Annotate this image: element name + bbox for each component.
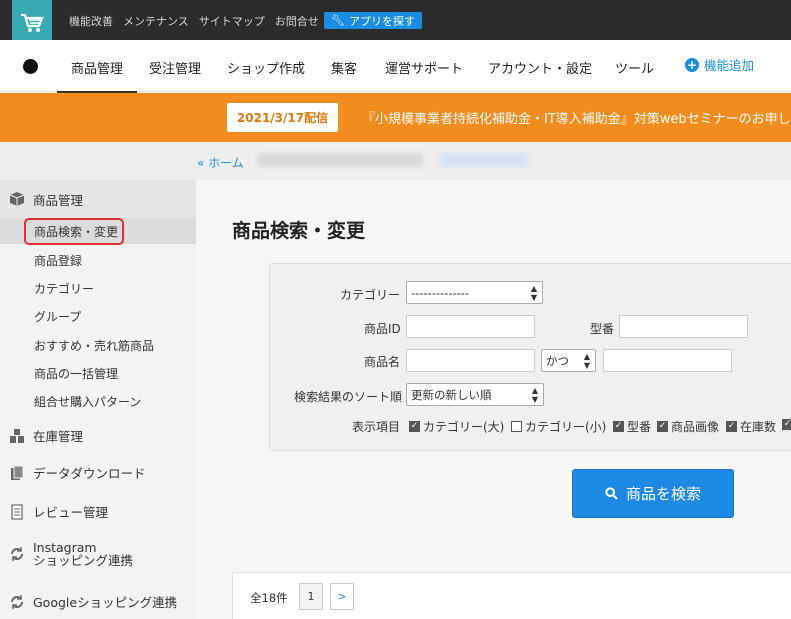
checkbox-checked-icon[interactable]: ✓ (409, 421, 420, 432)
search-button-label: 商品を検索 (625, 485, 701, 503)
sidebar-item-category[interactable]: カテゴリー (34, 280, 94, 297)
checkbox-checked-icon[interactable]: ✓ (613, 421, 624, 432)
category-label: カテゴリー (340, 288, 401, 302)
nav-account[interactable]: アカウント・設定 (488, 58, 592, 77)
sidebar: 商品管理 商品検索・変更 商品登録 カテゴリー グループ おすすめ・売れ筋商品 … (0, 180, 196, 619)
shop-logo-icon[interactable] (23, 59, 38, 74)
sidebar-section-label: レビュー管理 (33, 505, 109, 520)
search-products-button[interactable]: 商品を検索 (572, 469, 734, 518)
sidebar-item-group[interactable]: グループ (34, 308, 81, 325)
name-operator-value: かつ (546, 353, 569, 368)
product-name-input[interactable] (406, 349, 535, 372)
nav-product[interactable]: 商品管理 (56, 58, 138, 93)
highlight-box (24, 218, 124, 245)
result-count: 全18件 (250, 591, 288, 605)
sidebar-section-sublabel: ショッピング連携 (33, 553, 134, 568)
top-link-sitemap[interactable]: サイトマップ (199, 13, 265, 29)
name-operator-select[interactable]: かつ ▲ ▼ (541, 349, 596, 372)
add-feature-link[interactable]: + 機能追加 (685, 55, 754, 74)
breadcrumb-blurred-shop (258, 153, 423, 167)
updown-arrow-icon: ▲ ▼ (531, 385, 538, 404)
sidebar-section-download[interactable]: データダウンロード (9, 463, 146, 482)
nav-orders[interactable]: 受注管理 (149, 58, 201, 77)
nav-marketing[interactable]: 集客 (331, 58, 357, 77)
nav-shop-create[interactable]: ショップ作成 (227, 58, 305, 77)
sort-label: 検索結果のソート順 (294, 390, 403, 404)
product-id-label: 商品ID (364, 322, 401, 336)
document-icon (9, 503, 25, 520)
plus-icon: + (685, 57, 699, 72)
model-label: 型番 (590, 322, 615, 336)
sidebar-section-label: Googleショッピング連携 (33, 595, 178, 610)
display-item-image[interactable]: ✓ 商品画像 (657, 418, 719, 435)
find-app-button[interactable]: 🔧︎ アプリを探す (324, 12, 422, 29)
nav-support[interactable]: 運営サポート (385, 58, 463, 77)
announcement-banner[interactable]: 2021/3/17配信 『小規模事業者持続化補助金・IT導入補助金』対策webセ… (0, 93, 791, 142)
search-icon (605, 487, 618, 500)
product-id-input[interactable] (406, 315, 535, 338)
top-links: 機能改善 メンテナンス サイトマップ お問合せ (69, 13, 319, 29)
sort-select-value: 更新の新しい順 (411, 387, 492, 402)
top-link-maintenance[interactable]: メンテナンス (123, 13, 189, 29)
banner-text: 『小規模事業者持続化補助金・IT導入補助金』対策webセミナーのお申し込 (362, 112, 791, 127)
sidebar-instagram-labels: Instagram ショッピング連携 (33, 541, 133, 567)
nav-tools[interactable]: ツール (615, 58, 654, 77)
breadcrumb: « ホーム (0, 142, 791, 180)
top-link-improve[interactable]: 機能改善 (69, 13, 113, 29)
documents-icon (9, 465, 25, 481)
pagination-page-1[interactable]: 1 (299, 583, 323, 610)
model-input[interactable] (619, 315, 748, 338)
add-feature-label: 機能追加 (704, 58, 755, 73)
category-select-value: -------------- (411, 285, 470, 300)
checkbox-checked-icon[interactable]: ✓ (782, 419, 791, 430)
sidebar-section-review[interactable]: レビュー管理 (9, 502, 108, 521)
checkbox-checked-icon[interactable]: ✓ (726, 421, 737, 432)
find-app-label: アプリを探す (348, 14, 415, 28)
sidebar-item-recommend[interactable]: おすすめ・売れ筋商品 (34, 337, 154, 354)
product-name-label: 商品名 (364, 355, 401, 369)
display-item-stock[interactable]: ✓ 在庫数 (726, 418, 776, 435)
box-icon (9, 191, 25, 207)
product-name-input-2[interactable] (603, 349, 732, 372)
banner-date: 2021/3/17配信 (227, 103, 338, 132)
breadcrumb-home[interactable]: « ホーム (197, 154, 244, 171)
updown-arrow-icon: ▲ ▼ (583, 351, 590, 370)
display-item-label: カテゴリー(小) (525, 420, 607, 434)
sidebar-section-label: 在庫管理 (33, 429, 84, 444)
sort-select[interactable]: 更新の新しい順 ▲ ▼ (406, 383, 544, 406)
top-link-contact[interactable]: お問合せ (275, 13, 319, 29)
main-nav: 商品管理 受注管理 ショップ作成 集客 運営サポート アカウント・設定 ツール … (0, 40, 791, 93)
sync-icon (9, 594, 25, 610)
display-item-label: 型番 (627, 420, 652, 434)
sidebar-item-product-register[interactable]: 商品登録 (34, 252, 82, 269)
display-item-category-large[interactable]: ✓ カテゴリー(大) (409, 418, 504, 435)
sidebar-item-bulk[interactable]: 商品の一括管理 (34, 365, 118, 382)
pagination-next[interactable]: > (330, 583, 354, 610)
page-title: 商品検索・変更 (232, 220, 366, 242)
sync-icon (9, 546, 25, 562)
display-item-model[interactable]: ✓ 型番 (613, 418, 651, 435)
stock-icon (9, 428, 25, 444)
sidebar-section-google[interactable]: Googleショッピング連携 (9, 592, 177, 611)
sidebar-section-label: データダウンロード (33, 466, 146, 481)
sidebar-section-stock[interactable]: 在庫管理 (9, 426, 83, 445)
breadcrumb-blurred-link (440, 153, 528, 167)
display-items-label: 表示項目 (352, 420, 401, 434)
sidebar-section-product[interactable]: 商品管理 (0, 180, 196, 218)
category-select[interactable]: -------------- ▲ ▼ (406, 281, 543, 304)
checkbox-checked-icon[interactable]: ✓ (657, 421, 668, 432)
top-bar: 機能改善 メンテナンス サイトマップ お問合せ 🔧︎ アプリを探す (0, 0, 791, 46)
wrench-icon: 🔧︎ (331, 14, 345, 27)
checkbox-unchecked-icon[interactable] (511, 421, 522, 432)
sidebar-section-label: 商品管理 (33, 192, 84, 208)
updown-arrow-icon: ▲ ▼ (530, 283, 537, 302)
display-item-category-small[interactable]: カテゴリー(小) (511, 418, 606, 435)
display-item-label: 在庫数 (740, 420, 777, 434)
display-item-label: 商品画像 (671, 420, 720, 434)
sidebar-section-instagram[interactable]: Instagram ショッピング連携 (9, 541, 133, 567)
sidebar-item-combo[interactable]: 組合せ購入パターン (34, 393, 141, 410)
display-item-label: カテゴリー(大) (423, 420, 505, 434)
